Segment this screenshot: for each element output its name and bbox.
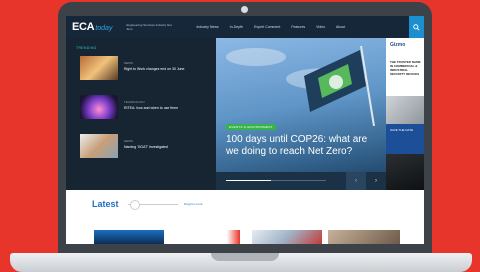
hero-controls: ‹ › [216, 172, 386, 190]
ad-blue-panel: SAVE THE DATE [386, 124, 424, 154]
trending-category: NEWS [124, 139, 133, 143]
chevron-right-icon: › [375, 178, 377, 184]
drag-hint: Drag for more [184, 202, 203, 206]
logo-sub-text: today [95, 25, 113, 32]
latest-section: Latest Drag for more [66, 190, 424, 244]
site-header: ECA today Engineering Services Industry … [66, 16, 424, 38]
ad-text: THE TRUSTED NAME IN COMMERCIAL & INDUSTR… [390, 60, 421, 76]
carousel-prev-button[interactable]: ‹ [346, 172, 366, 190]
logo-main-text: ECA [72, 21, 95, 33]
nav-item-features[interactable]: Features [291, 25, 305, 29]
trending-thumbnail [80, 56, 118, 80]
latest-slider-handle[interactable] [130, 200, 140, 210]
trending-headline: Naming 'GOAT' Investigated [124, 145, 168, 149]
chevron-left-icon: ‹ [355, 178, 357, 184]
hero-category-tag[interactable]: EVENTS & ENVIRONMENT [226, 124, 276, 130]
hero-cloud [226, 48, 286, 66]
ad-device-image [386, 154, 424, 190]
hero-flag-image [304, 46, 375, 126]
laptop-base-notch [211, 253, 279, 261]
hero-headline[interactable]: 100 days until COP26: what are we doing … [226, 134, 376, 158]
trending-headline: RITEA: how and when to use them [124, 106, 179, 110]
main-nav: Industry News In-Depth Expert Comment Fe… [196, 25, 356, 29]
nav-item-expert-comment[interactable]: Expert Comment [254, 25, 280, 29]
ad-blue-text: SAVE THE DATE [390, 128, 414, 132]
latest-card[interactable] [252, 230, 322, 244]
advertisement[interactable]: Gizmo THE TRUSTED NAME IN COMMERCIAL & I… [386, 38, 424, 190]
ad-product-image [386, 96, 424, 124]
latest-card[interactable] [328, 230, 400, 244]
search-button[interactable] [409, 16, 424, 38]
website-screen: ECA today Engineering Services Industry … [66, 16, 424, 244]
trending-title: TRENDING [76, 46, 97, 50]
trending-panel: TRENDING NEWS Right to Work changes end … [66, 38, 216, 190]
trending-headline: Right to Work changes end on 30 June [124, 67, 185, 71]
latest-card[interactable] [94, 230, 164, 244]
nav-item-about[interactable]: About [336, 25, 345, 29]
site-logo[interactable]: ECA today [72, 21, 112, 33]
trending-thumbnail [80, 134, 118, 158]
search-icon [413, 23, 420, 31]
carousel-next-button[interactable]: › [366, 172, 386, 190]
trending-category: TECHNOLOGY [124, 100, 146, 104]
ad-logo: Gizmo [390, 42, 406, 48]
trending-thumbnail [80, 95, 118, 119]
hero-progress [226, 180, 326, 181]
trending-item[interactable]: TECHNOLOGY RITEA: how and when to use th… [80, 95, 210, 119]
nav-item-in-depth[interactable]: In-Depth [230, 25, 243, 29]
hero-progress-fill [226, 180, 271, 181]
latest-title: Latest [92, 199, 119, 209]
nav-item-industry-news[interactable]: Industry News [196, 25, 218, 29]
webcam-icon [241, 6, 248, 13]
site-tagline: Engineering Services Industry Net Zero [126, 23, 172, 31]
trending-item[interactable]: NEWS Naming 'GOAT' Investigated [80, 134, 210, 158]
trending-item[interactable]: NEWS Right to Work changes end on 30 Jun… [80, 56, 210, 80]
trending-category: NEWS [124, 61, 133, 65]
hero-carousel[interactable]: EVENTS & ENVIRONMENT 100 days until COP2… [216, 38, 386, 190]
nav-item-video[interactable]: Video [316, 25, 325, 29]
latest-card[interactable] [196, 230, 240, 244]
